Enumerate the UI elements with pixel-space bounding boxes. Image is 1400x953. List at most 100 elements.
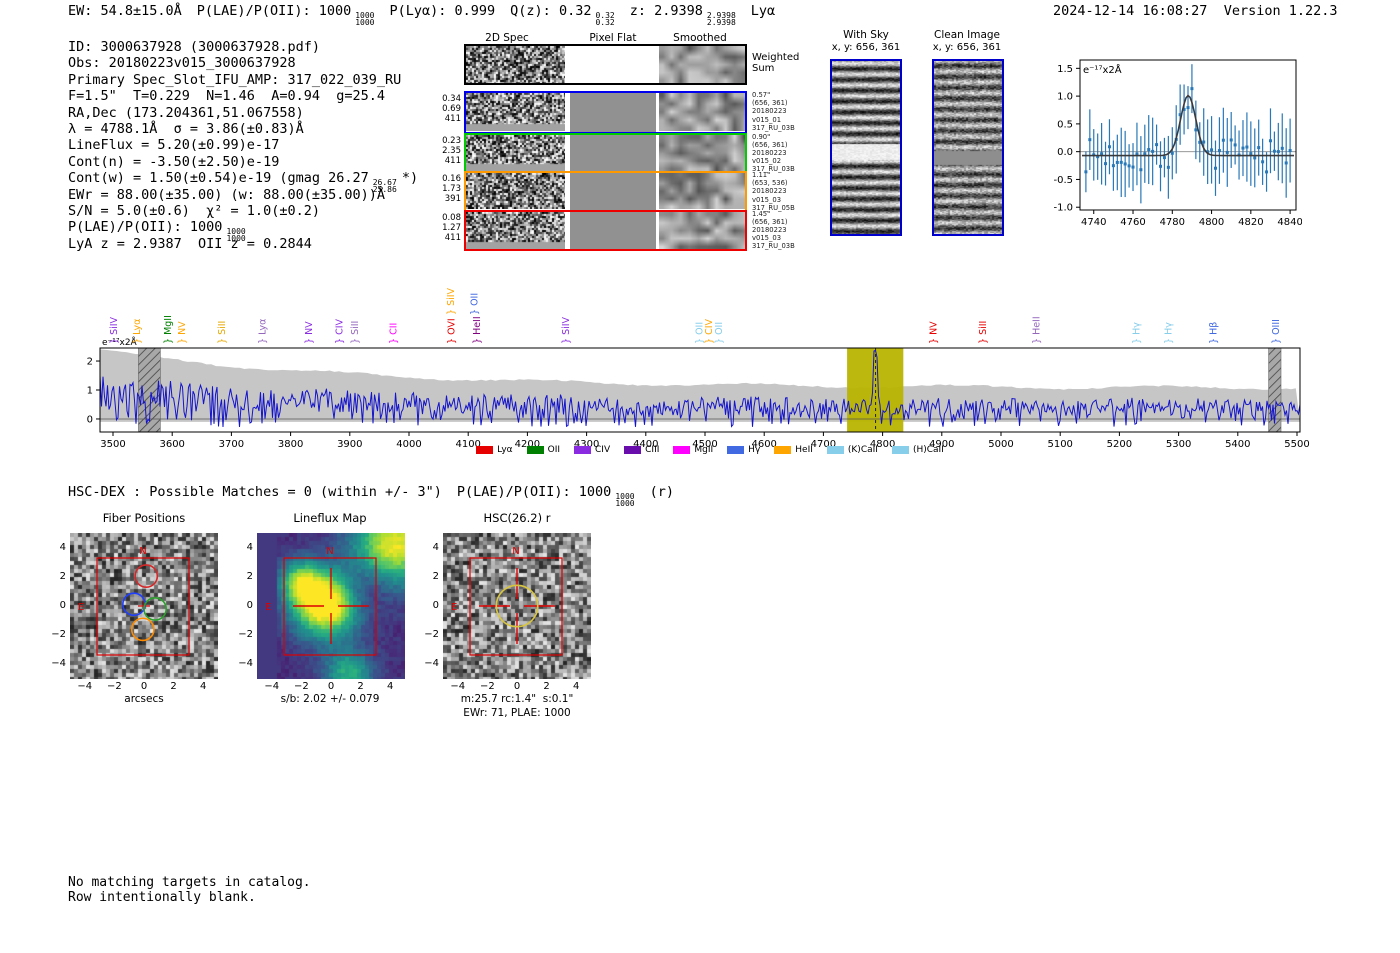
right-label: (656, 361) bbox=[752, 140, 788, 149]
svg-text:5100: 5100 bbox=[1047, 439, 1072, 450]
hsc-overlay: NE bbox=[451, 546, 563, 656]
panel-xtick: 0 bbox=[327, 681, 335, 692]
panel-xtick: −4 bbox=[77, 681, 93, 692]
svg-text:5400: 5400 bbox=[1225, 439, 1250, 450]
info-line-10-text: S/N = 5.0(±0.6) χ² = 1.0(±0.2) bbox=[68, 202, 320, 219]
right-label: v015_03 bbox=[752, 234, 782, 243]
info-line-6: LineFlux = 5.20(±0.99)e-17 bbox=[68, 137, 418, 153]
svg-text:4780: 4780 bbox=[1160, 217, 1185, 228]
footer-line-1: No matching targets in catalog. bbox=[68, 875, 311, 890]
info-line-8-text: Cont(w) = 1.50(±0.54)e-19 (gmag 26.27 bbox=[68, 170, 369, 187]
svg-text:3600: 3600 bbox=[159, 439, 184, 450]
spec2d-row-3-left-labels: 0.16 1.73 391 bbox=[438, 174, 461, 204]
spec2d-row-3-border bbox=[464, 171, 747, 212]
header-seg-4-stack: 2.9398 2.9398 bbox=[707, 11, 736, 27]
with-sky-border bbox=[830, 59, 902, 236]
line-label-NV: } NV bbox=[929, 321, 940, 344]
panel-ytick: −4 bbox=[424, 658, 439, 670]
matches-seg-2-text: (r) bbox=[649, 484, 674, 500]
lineflux-xlabel: s/b: 2.02 +/- 0.079 bbox=[280, 693, 380, 705]
line-label-MgII: } MgII bbox=[163, 315, 174, 344]
header-seg-3-lo: 0.32 bbox=[595, 18, 615, 28]
legend-item-(H)CaII: (H)CaII bbox=[891, 445, 944, 455]
info-line-11-text: P(LAE)/P(OII): 1000 bbox=[68, 219, 223, 236]
info-line-11: P(LAE)/P(OII): 1000 1000 1000 bbox=[68, 219, 418, 242]
panel-xtick: 4 bbox=[387, 681, 394, 692]
version-label: Version 1.22.3 bbox=[1223, 3, 1338, 19]
line-label-Hγ: } Hγ bbox=[1164, 322, 1175, 344]
right-label: 1.11" bbox=[752, 171, 771, 179]
svg-text:1: 1 bbox=[87, 386, 93, 397]
right-label: 20180223 bbox=[752, 225, 787, 234]
panel-xtick: −2 bbox=[107, 681, 122, 692]
svg-text:N: N bbox=[326, 546, 333, 557]
line-label-HeII: } HeII bbox=[1032, 316, 1043, 344]
line-label-OVI: } OVI bbox=[447, 318, 458, 344]
clean-image-title: Clean Image bbox=[933, 29, 1001, 41]
info-line-4: RA,Dec (173.204361,51.067558) bbox=[68, 105, 418, 121]
legend-swatch bbox=[574, 446, 592, 454]
line-label-SiII: } SiII bbox=[217, 321, 228, 344]
panel-xtick: 4 bbox=[573, 681, 580, 692]
legend-item-MgII: MgII bbox=[673, 445, 713, 455]
panel-ytick: 0 bbox=[246, 599, 253, 611]
info-line-1-text: Obs: 20180223v015_3000637928 bbox=[68, 55, 296, 72]
col-header-smoothed: Smoothed bbox=[673, 32, 727, 44]
left-label: 0.08 bbox=[442, 212, 461, 223]
left-label: 2.35 bbox=[442, 145, 461, 156]
right-label: 20180223 bbox=[752, 148, 787, 157]
left-label: 0.23 bbox=[442, 135, 461, 146]
panel-ytick: 2 bbox=[246, 570, 253, 582]
hsc-dex-matches-line: HSC-DEX : Possible Matches = 0 (within +… bbox=[68, 484, 689, 508]
line-label-SiII: } SiII bbox=[350, 321, 361, 344]
header-seg-2: P(Lyα): 0.999 bbox=[390, 3, 496, 19]
panel-xtick: 2 bbox=[357, 681, 364, 692]
header-seg-3-stack: 0.32 0.32 bbox=[595, 11, 615, 28]
svg-text:1.5: 1.5 bbox=[1057, 64, 1073, 75]
spec2d-row-3-right-labels: 1.11" (653, 536) 20180223 v015_03 317_RU_05B bbox=[752, 171, 800, 212]
matches-seg-2: (r) bbox=[650, 484, 674, 500]
fiber-xlabel: arcsecs bbox=[124, 693, 164, 705]
legend-label: (K)CaII bbox=[847, 445, 878, 455]
svg-text:5000: 5000 bbox=[988, 439, 1013, 450]
legend-swatch bbox=[727, 446, 745, 454]
legend-label: Hγ bbox=[748, 445, 761, 455]
header-seg-4: z: 2.9398 2.9398 2.9398 bbox=[630, 3, 736, 27]
svg-text:E: E bbox=[265, 602, 271, 613]
legend-label: Lyα bbox=[497, 445, 513, 455]
header-seg-2-text: P(Lyα): 0.999 bbox=[389, 3, 496, 19]
right-label: (656, 361) bbox=[752, 217, 788, 226]
svg-text:E: E bbox=[451, 602, 457, 613]
line-label-CIV: } CIV bbox=[335, 319, 346, 344]
panel-ytick: 0 bbox=[59, 599, 66, 611]
header-seg-3: Q(z): 0.32 0.32 0.32 bbox=[510, 3, 615, 27]
info-line-1: Obs: 20180223v015_3000637928 bbox=[68, 55, 418, 71]
header-seg-5-text: Lyα bbox=[750, 3, 776, 19]
svg-text:4740: 4740 bbox=[1081, 217, 1106, 228]
left-label: 391 bbox=[444, 194, 461, 204]
line-label-OIII: } OIII bbox=[1271, 319, 1282, 344]
panel-ytick: −4 bbox=[51, 658, 66, 670]
spec2d-row-4-border bbox=[464, 209, 747, 251]
info-line-10: S/N = 5.0(±0.6) χ² = 1.0(±0.2) bbox=[68, 203, 418, 219]
right-label: v015_02 bbox=[752, 157, 782, 166]
matches-seg-0-text: HSC-DEX : Possible Matches = 0 (within +… bbox=[68, 484, 442, 500]
panel-xtick: 2 bbox=[170, 681, 177, 692]
svg-text:4840: 4840 bbox=[1277, 217, 1302, 228]
spec2d-row-1-border bbox=[464, 91, 747, 134]
legend-item-CIV: CIV bbox=[574, 445, 610, 455]
panel-xtick: 2 bbox=[543, 681, 550, 692]
panel-xtick: 4 bbox=[200, 681, 207, 692]
line-label-SiII: } SiII bbox=[978, 321, 989, 344]
svg-text:5300: 5300 bbox=[1166, 439, 1191, 450]
info-line-6-text: LineFlux = 5.20(±0.99)e-17 bbox=[68, 137, 280, 154]
footer-line-2: Row intentionally blank. bbox=[68, 890, 256, 905]
line-label-OII: } OII bbox=[714, 322, 725, 344]
line-label-SiIV: } SiIV bbox=[446, 287, 457, 315]
right-label: v015_01 bbox=[752, 115, 782, 124]
svg-text:4760: 4760 bbox=[1120, 217, 1145, 228]
legend-label: CIV bbox=[595, 445, 611, 455]
header-seg-1-stack: 1000 1000 bbox=[355, 11, 374, 27]
panel-xtick: −2 bbox=[480, 681, 495, 692]
left-label: 0.16 bbox=[442, 174, 461, 184]
